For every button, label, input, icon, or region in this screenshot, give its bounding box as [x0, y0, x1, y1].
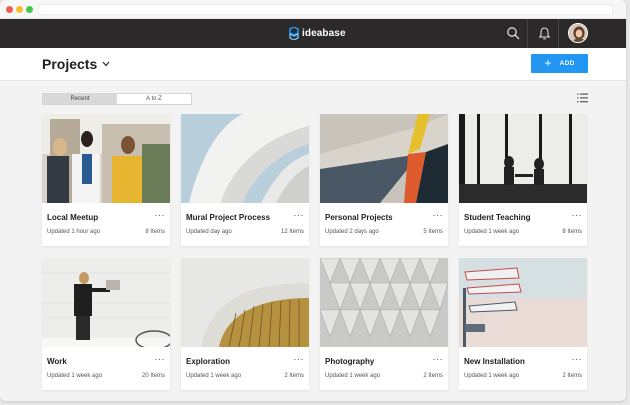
project-updated: Updated 2 days ago [325, 229, 379, 235]
project-card[interactable]: New Installation ··· Updated 1 week ago … [459, 258, 587, 390]
more-options-icon[interactable]: ··· [572, 210, 583, 220]
add-button-label: ADD [559, 60, 575, 67]
project-item-count: 12 Items [280, 229, 304, 235]
plus-icon: + [544, 56, 552, 70]
project-item-count: 2 Items [562, 373, 582, 379]
page-title: Projects [42, 56, 98, 72]
close-window-dot[interactable] [6, 6, 13, 13]
project-updated: Updated 1 week ago [186, 373, 242, 379]
list-view-icon[interactable] [577, 93, 588, 103]
project-grid: Local Meetup ··· Updated 1 hour ago 8 It… [42, 114, 587, 390]
project-updated: Updated 1 hour ago [47, 229, 101, 235]
more-options-icon[interactable]: ··· [155, 210, 166, 220]
project-title: New Installation [464, 357, 525, 366]
sort-toggle: Recent A to Z [42, 93, 192, 105]
mural-architecture-photo [181, 114, 309, 203]
project-updated: Updated 1 week ago [47, 373, 103, 379]
brand-logo[interactable]: ideabase [289, 26, 346, 41]
topbar-divider [527, 19, 528, 48]
minimize-window-dot[interactable] [16, 6, 23, 13]
project-card[interactable]: Exploration ··· Updated 1 week ago 2 Ite… [181, 258, 309, 390]
add-button[interactable]: + ADD [531, 54, 588, 73]
tab-recent[interactable]: Recent [43, 94, 117, 104]
project-updated: Updated day ago [186, 229, 232, 235]
project-card[interactable]: Student Teaching ··· Updated 1 week ago … [459, 114, 587, 246]
meetup-photo [42, 114, 170, 203]
more-options-icon[interactable]: ··· [294, 210, 305, 220]
project-title: Local Meetup [47, 213, 99, 222]
more-options-icon[interactable]: ··· [572, 354, 583, 364]
project-card[interactable]: Work ··· Updated 1 week ago 20 Items [42, 258, 170, 390]
more-options-icon[interactable]: ··· [433, 210, 444, 220]
project-card[interactable]: Personal Projects ··· Updated 2 days ago… [320, 114, 448, 246]
project-item-count: 2 Items [423, 373, 443, 379]
project-item-count: 20 Items [141, 373, 165, 379]
address-bar[interactable] [38, 4, 613, 15]
projects-dropdown[interactable]: Projects [42, 56, 110, 72]
avatar-portrait-icon [569, 24, 587, 42]
project-updated: Updated 1 week ago [464, 373, 520, 379]
teaching-cafe-photo [459, 114, 587, 203]
project-title: Photography [325, 357, 375, 366]
more-options-icon[interactable]: ··· [294, 354, 305, 364]
project-title: Work [47, 357, 67, 366]
project-title: Student Teaching [464, 213, 531, 222]
tab-a-to-z[interactable]: A to Z [117, 94, 191, 104]
work-photo [42, 258, 170, 347]
project-item-count: 8 Items [145, 229, 165, 235]
app-topbar: ideabase [0, 19, 626, 48]
exploration-photo [181, 258, 309, 347]
browser-chrome [0, 0, 626, 19]
project-title: Personal Projects [325, 213, 393, 222]
brand-name: ideabase [302, 28, 346, 39]
search-icon[interactable] [506, 26, 521, 41]
project-item-count: 5 Items [423, 229, 443, 235]
more-options-icon[interactable]: ··· [433, 354, 444, 364]
page-header: Projects + ADD [0, 48, 626, 81]
project-title: Exploration [186, 357, 231, 366]
maximize-window-dot[interactable] [26, 6, 33, 13]
project-card[interactable]: Mural Project Process ··· Updated day ag… [181, 114, 309, 246]
photography-facade-photo [320, 258, 448, 347]
project-item-count: 8 Items [562, 229, 582, 235]
project-card[interactable]: Local Meetup ··· Updated 1 hour ago 8 It… [42, 114, 170, 246]
view-toolbar: Recent A to Z [0, 81, 626, 114]
logo-mark-icon [289, 27, 299, 40]
bell-icon[interactable] [537, 26, 552, 41]
project-item-count: 2 Items [284, 373, 304, 379]
project-title: Mural Project Process [186, 213, 271, 222]
user-avatar[interactable] [568, 23, 588, 43]
chevron-down-icon [102, 61, 110, 67]
more-options-icon[interactable]: ··· [155, 354, 166, 364]
project-updated: Updated 1 week ago [325, 373, 381, 379]
installation-photo [459, 258, 587, 347]
abstract-shapes-photo [320, 114, 448, 203]
project-updated: Updated 1 week ago [464, 229, 520, 235]
project-card[interactable]: Photography ··· Updated 1 week ago 2 Ite… [320, 258, 448, 390]
topbar-divider [558, 19, 559, 48]
